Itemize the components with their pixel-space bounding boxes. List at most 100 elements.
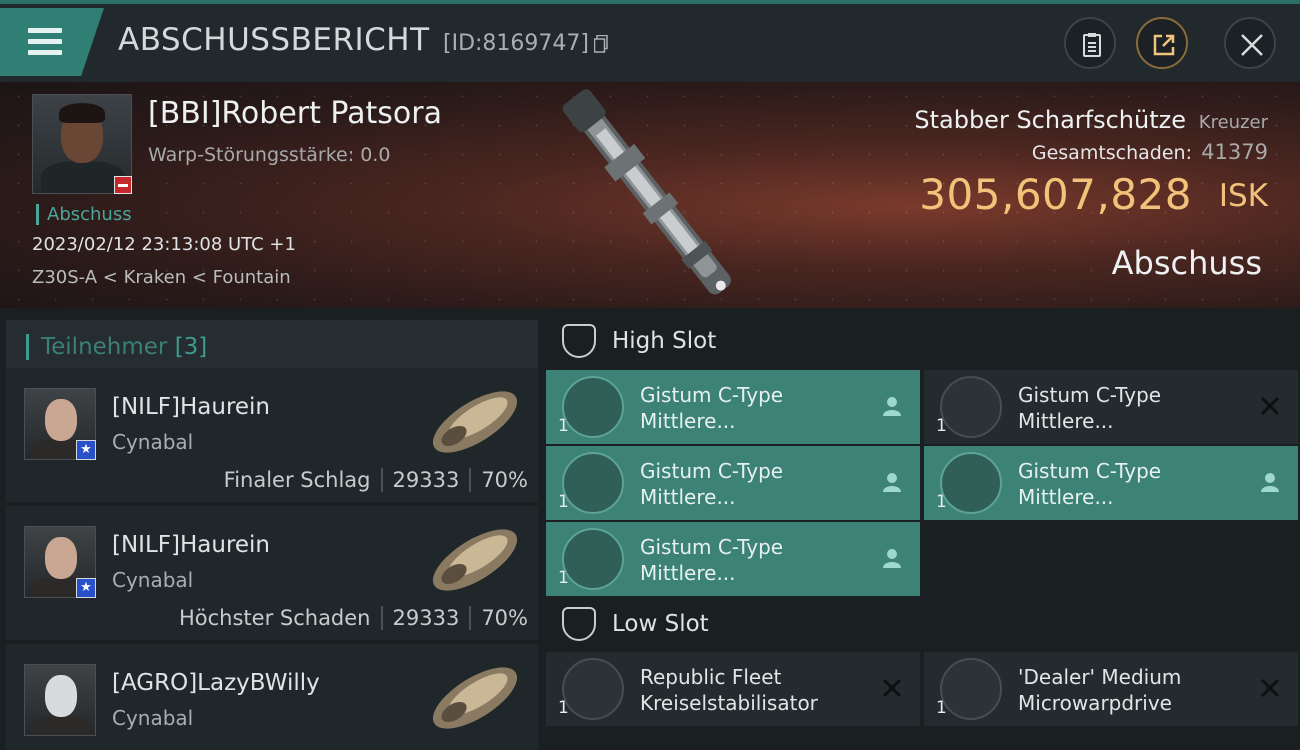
participant-damage: 29333 (392, 468, 460, 492)
high-slot-label: High Slot (612, 328, 717, 354)
module-quantity: 1 (936, 698, 947, 718)
report-id: [ID:8169747] (443, 31, 589, 56)
clipboard-icon (1083, 33, 1101, 57)
module-name-line2: Mittlere... (640, 409, 736, 433)
module-name: Gistum C-Type Mittlere... (640, 382, 783, 434)
participants-header[interactable]: Teilnehmer [3] (6, 320, 538, 374)
module-quantity: 1 (558, 492, 569, 512)
participants-count: [3] (174, 334, 208, 360)
module-name-line2: Mittlere... (640, 485, 736, 509)
participants-title: Teilnehmer [3] (26, 334, 207, 360)
low-slot-icon (562, 607, 596, 641)
module-name-line2: Microwarpdrive (1018, 691, 1172, 715)
module-name-line2: Mittlere... (1018, 485, 1114, 509)
star-icon: ★ (76, 578, 96, 598)
close-button[interactable] (1224, 17, 1276, 69)
victim-ship-image[interactable] (540, 88, 760, 302)
share-icon (1153, 34, 1175, 56)
top-accent-line (0, 0, 1300, 4)
victim-name[interactable]: [BBI]Robert Patsora (148, 96, 442, 131)
module-name-line2: Mittlere... (640, 561, 736, 585)
turret-icon (940, 376, 1002, 438)
turret-icon (562, 452, 624, 514)
participant-row[interactable]: ★ [NILF]Haurein Cynabal Höchster Schaden… (6, 506, 538, 640)
participant-ship: Cynabal (112, 430, 194, 454)
stat-separator (469, 468, 472, 492)
portrait-face (45, 399, 77, 441)
module-quantity: 1 (936, 492, 947, 512)
close-icon (1241, 34, 1263, 56)
turret-icon (562, 528, 624, 590)
menu-button[interactable] (0, 8, 104, 76)
participant-role: Höchster Schaden (178, 606, 371, 630)
module-name-line1: Gistum C-Type (640, 459, 784, 483)
hostile-status-icon (114, 176, 132, 194)
participant-row[interactable]: [AGRO]LazyBWilly Cynabal (6, 644, 538, 750)
menu-icon-bar (28, 50, 62, 55)
microwarpdrive-icon (940, 658, 1002, 720)
module-name-line1: Gistum C-Type (1018, 459, 1162, 483)
person-icon (1261, 473, 1279, 492)
module-name-line1: Republic Fleet (640, 665, 782, 689)
copy-icon[interactable] (594, 35, 608, 53)
module-name: Gistum C-Type Mittlere... (1018, 382, 1161, 434)
participant-percent: 70% (481, 468, 528, 492)
participants-label: Teilnehmer (41, 334, 168, 360)
person-icon (883, 549, 901, 568)
clipboard-button[interactable] (1064, 17, 1116, 69)
module-quantity: 1 (558, 416, 569, 436)
top-bar: ABSCHUSSBERICHT [ID:8169747] (0, 0, 1300, 82)
module-quantity: 1 (936, 416, 947, 436)
menu-icon (28, 28, 62, 33)
ship-name[interactable]: Stabber Scharfschütze (914, 106, 1186, 134)
participant-ship: Cynabal (112, 568, 194, 592)
total-damage-value: 41379 (1201, 140, 1268, 164)
kill-type: Abschuss (1111, 244, 1262, 282)
participant-damage: 29333 (392, 606, 460, 630)
high-slot-header: High Slot (546, 312, 1298, 370)
module-item[interactable]: 1 Gistum C-Type Mittlere... (924, 446, 1298, 520)
module-item[interactable]: 1 Gistum C-Type Mittlere... (546, 370, 920, 444)
participant-name: [NILF]Haurein (112, 394, 271, 420)
module-item[interactable]: 1 'Dealer' Medium Microwarpdrive (924, 652, 1298, 726)
participant-role: Finaler Schlag (223, 468, 371, 492)
low-slot-header: Low Slot (546, 595, 1298, 653)
participant-ship-image (432, 391, 518, 453)
share-button[interactable] (1136, 17, 1188, 69)
stat-separator (380, 468, 383, 492)
kill-location[interactable]: Z30S-A < Kraken < Fountain (32, 267, 291, 288)
participants-panel: Teilnehmer [3] ★ [NILF]Haurein Cynabal F… (0, 308, 540, 750)
module-name: Gistum C-Type Mittlere... (1018, 458, 1161, 510)
module-name-line1: Gistum C-Type (1018, 383, 1162, 407)
participant-ship-image (432, 529, 518, 591)
portrait-body (41, 161, 125, 193)
stat-separator (380, 606, 383, 630)
fitting-panel: High Slot 1 Gistum C-Type Mittlere... 1 G… (540, 308, 1300, 750)
stat-separator (469, 606, 472, 630)
participant-row[interactable]: ★ [NILF]Haurein Cynabal Finaler Schlag 29… (6, 368, 538, 502)
module-item[interactable]: 1 Gistum C-Type Mittlere... (924, 370, 1298, 444)
kill-tag: Abschuss (36, 204, 132, 225)
page-title: ABSCHUSSBERICHT (118, 22, 430, 58)
module-name-line2: Mittlere... (1018, 409, 1114, 433)
person-icon (883, 397, 901, 416)
participant-ship-image (432, 667, 518, 729)
participant-name: [AGRO]LazyBWilly (112, 670, 320, 696)
kill-time: 2023/02/12 23:13:08 UTC +1 (32, 234, 296, 255)
person-icon (883, 473, 901, 492)
isk-unit: ISK (1218, 178, 1268, 214)
module-name: Republic Fleet Kreiselstabilisator (640, 664, 818, 716)
module-quantity: 1 (558, 568, 569, 588)
module-item[interactable]: 1 Gistum C-Type Mittlere... (546, 446, 920, 520)
high-slot-icon (562, 324, 596, 358)
participant-ship: Cynabal (112, 706, 194, 730)
participant-percent: 70% (481, 606, 528, 630)
participant-portrait[interactable] (24, 664, 96, 736)
ship-class: Kreuzer (1198, 112, 1268, 133)
module-item[interactable]: 1 Gistum C-Type Mittlere... (546, 522, 920, 596)
low-slot-label: Low Slot (612, 611, 709, 637)
module-name-line1: 'Dealer' Medium (1018, 665, 1182, 689)
total-damage-label: Gesamtschaden: (1031, 142, 1192, 164)
warp-disruption: Warp-Störungsstärke: 0.0 (148, 144, 391, 166)
module-item[interactable]: 1 Republic Fleet Kreiselstabilisator (546, 652, 920, 726)
